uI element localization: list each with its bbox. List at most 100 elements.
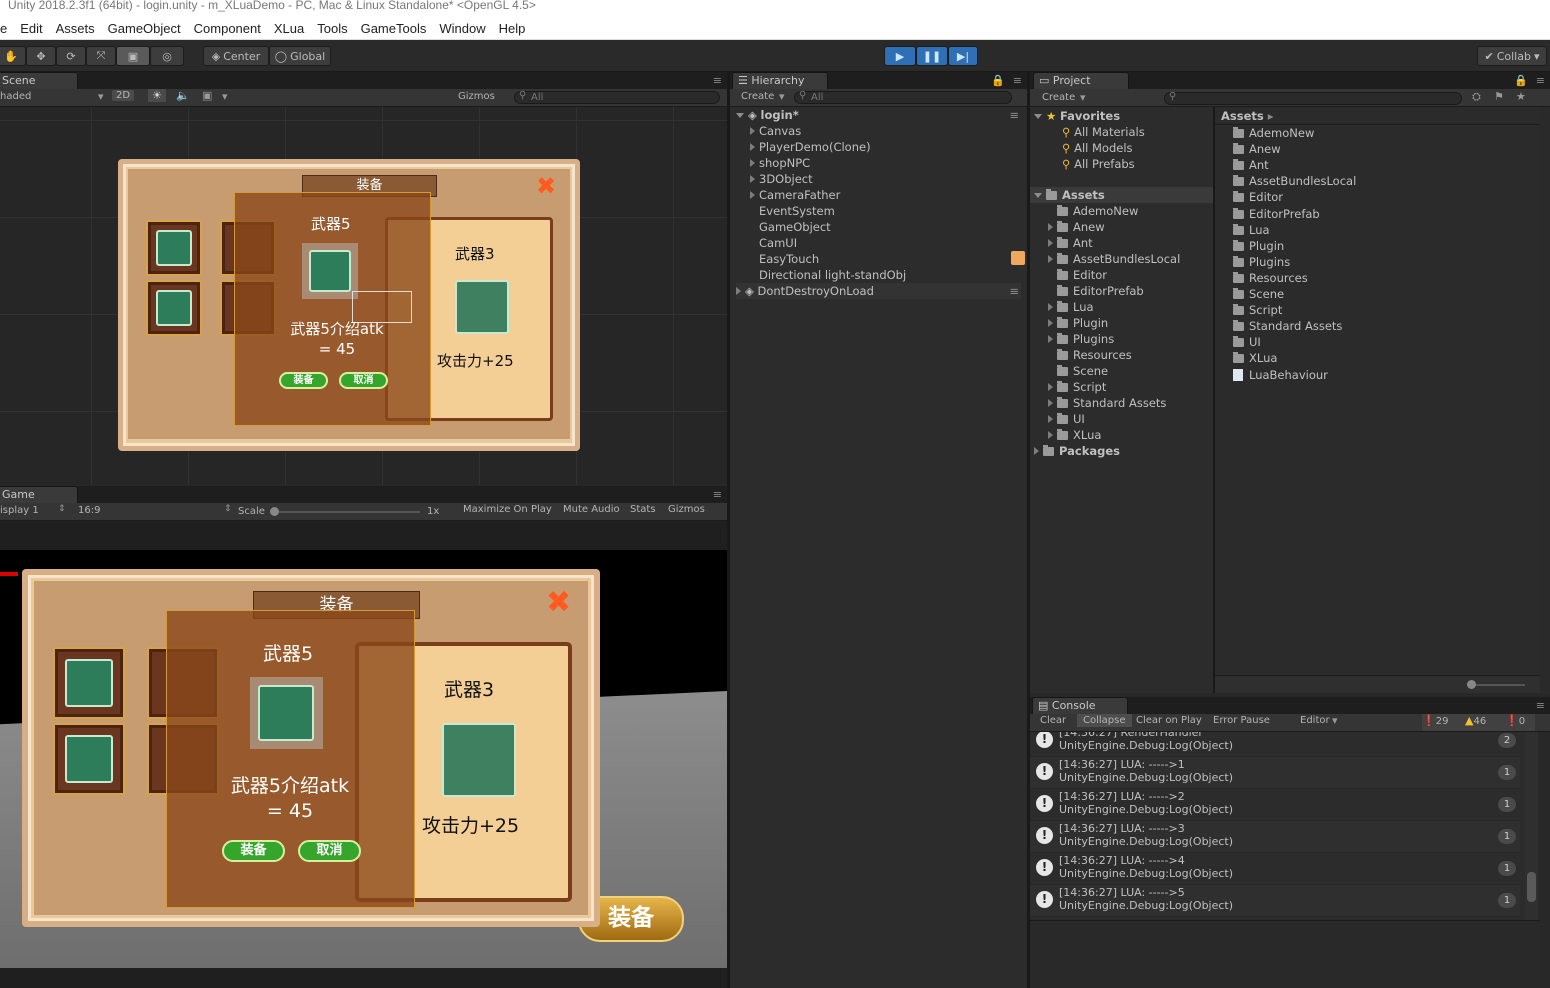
stats-toggle[interactable]: Stats xyxy=(630,504,656,515)
effects-icon[interactable]: ▣ xyxy=(202,89,212,102)
tab-hierarchy[interactable]: ☰ Hierarchy xyxy=(732,72,828,89)
hierarchy-dontdestroy-row[interactable]: ◈ DontDestroyOnLoad ≡ xyxy=(736,283,1021,299)
game-cancel-button[interactable]: 取消 xyxy=(298,840,361,862)
fav-item[interactable]: ⚲ All Prefabs xyxy=(1062,156,1135,172)
console-error-filter[interactable]: ❗0 xyxy=(1505,714,1535,731)
project-breadcrumb[interactable]: Assets ▸ xyxy=(1221,108,1274,124)
hierarchy-item[interactable]: shopNPC xyxy=(750,155,810,171)
project-file-item[interactable]: Plugin xyxy=(1233,238,1284,254)
scale-slider-handle[interactable] xyxy=(270,507,279,516)
move-tool-button[interactable]: ✥ xyxy=(26,46,56,66)
console-warning-filter[interactable]: ▲46 xyxy=(1465,714,1505,731)
rect-tool-button[interactable]: ▣ xyxy=(116,46,150,66)
hierarchy-item[interactable]: Canvas xyxy=(750,123,801,139)
play-button[interactable]: ▶ xyxy=(884,46,916,66)
project-file-item[interactable]: Anew xyxy=(1233,141,1281,157)
project-file-item[interactable]: Lua xyxy=(1233,222,1270,238)
transform-tool-button[interactable]: ◎ xyxy=(150,46,184,66)
project-file-item[interactable]: AdemoNew xyxy=(1233,125,1314,141)
panel-menu-icon[interactable]: ≡ xyxy=(1536,74,1545,87)
console-clear-on-play-toggle[interactable]: Clear on Play xyxy=(1136,715,1202,726)
hierarchy-item[interactable]: PlayerDemo(Clone) xyxy=(750,139,871,155)
hierarchy-item[interactable]: EasyTouch xyxy=(750,251,819,267)
filter-type-icon[interactable]: ⛭ xyxy=(1472,90,1481,104)
icon-size-slider[interactable] xyxy=(1467,680,1525,689)
project-tree-item[interactable]: Resources xyxy=(1048,347,1132,363)
project-file-item[interactable]: UI xyxy=(1233,334,1261,350)
scene-cancel-button[interactable]: 取消 xyxy=(339,372,388,389)
shading-mode-dropdown[interactable]: haded xyxy=(0,91,31,102)
project-file-item[interactable]: LuaBehaviour xyxy=(1233,367,1328,383)
scale-tool-button[interactable]: ⤧ xyxy=(86,46,116,66)
project-file-item[interactable]: Plugins xyxy=(1233,254,1290,270)
audio-icon[interactable]: 🔈 xyxy=(176,89,190,102)
menu-file[interactable]: e xyxy=(0,21,7,36)
project-search-input[interactable]: ⚲ xyxy=(1164,91,1462,105)
project-file-item[interactable]: Standard Assets xyxy=(1233,318,1342,334)
project-scrollbar[interactable] xyxy=(1540,107,1550,693)
label-icon[interactable]: ⚑ xyxy=(1494,90,1504,103)
project-file-item[interactable]: Scene xyxy=(1233,286,1284,302)
packages-row[interactable]: Packages xyxy=(1034,443,1120,459)
close-icon[interactable]: ✖ xyxy=(536,174,562,199)
gizmos-dropdown[interactable]: Gizmos xyxy=(458,91,495,102)
panel-menu-icon[interactable]: ≡ xyxy=(1536,699,1545,712)
project-tree-item[interactable]: Lua xyxy=(1048,299,1094,315)
menu-help[interactable]: Help xyxy=(499,21,526,36)
menu-tools[interactable]: Tools xyxy=(317,21,347,36)
tab-scene[interactable]: Scene xyxy=(0,72,78,89)
fav-item[interactable]: ⚲ All Materials xyxy=(1062,124,1145,140)
project-tree-item[interactable]: Plugins xyxy=(1048,331,1114,347)
menu-xlua[interactable]: XLua xyxy=(274,21,304,36)
menu-edit[interactable]: Edit xyxy=(20,21,42,36)
menu-assets[interactable]: Assets xyxy=(56,21,95,36)
project-tree-item[interactable]: Standard Assets xyxy=(1048,395,1166,411)
hierarchy-item[interactable]: CameraFather xyxy=(750,187,840,203)
console-log-entry[interactable]: ! [14:36:27] LUA: ----->2 UnityEngine.Debu… xyxy=(1030,789,1520,821)
console-log-entry[interactable]: ! [14:36:27] LUA: ----->3 UnityEngine.Debu… xyxy=(1030,821,1520,853)
console-clear-button[interactable]: Clear xyxy=(1040,715,1066,726)
favorites-row[interactable]: ★ Favorites xyxy=(1034,108,1120,124)
project-tree-item[interactable]: AdemoNew xyxy=(1048,203,1138,219)
console-scrollbar[interactable] xyxy=(1525,732,1538,920)
assets-root-row[interactable]: Assets xyxy=(1030,187,1213,203)
menu-component[interactable]: Component xyxy=(194,21,261,36)
lock-icon[interactable]: 🔒 xyxy=(1514,74,1528,87)
project-tree-item[interactable]: Plugin xyxy=(1048,315,1108,331)
project-tree-item[interactable]: Anew xyxy=(1048,219,1105,235)
hierarchy-item[interactable]: Directional light-standObj xyxy=(750,267,906,283)
project-file-item[interactable]: Resources xyxy=(1233,270,1308,286)
icon-size-slider-handle[interactable] xyxy=(1467,680,1476,689)
tab-console[interactable]: ▤ Console xyxy=(1032,697,1128,714)
game-viewport[interactable]: 装备 装备 ✖ 武器3 攻击力+25 武器5 武器5介绍atk = 45 装备 … xyxy=(0,521,727,988)
project-tree-item[interactable]: Ant xyxy=(1048,235,1093,251)
aspect-dropdown[interactable]: 16:9 xyxy=(78,505,100,516)
console-log-filter[interactable]: ❗29 xyxy=(1422,714,1465,731)
pivot-global-button[interactable]: ◯ Global xyxy=(269,46,331,66)
console-log-entry[interactable]: ! [14:36:27] LUA: ----->5 UnityEngine.Debu… xyxy=(1030,885,1520,917)
project-tree-item[interactable]: XLua xyxy=(1048,427,1101,443)
console-collapse-toggle[interactable]: Collapse xyxy=(1077,714,1132,727)
project-tree-item[interactable]: Scene xyxy=(1048,363,1108,379)
console-log-entry[interactable]: ! [14:36:27] RenderHandler UnityEngine.Deb… xyxy=(1030,732,1520,757)
console-log-entry[interactable]: ! [14:36:27] LUA: ----->4 UnityEngine.Debu… xyxy=(1030,853,1520,885)
pause-button[interactable]: ❚❚ xyxy=(916,46,948,66)
close-icon[interactable]: ✖ xyxy=(546,588,580,620)
project-file-item[interactable]: Script xyxy=(1233,302,1282,318)
tab-project[interactable]: ▭ Project xyxy=(1033,72,1129,89)
project-file-item[interactable]: Editor xyxy=(1233,189,1283,205)
display-dropdown[interactable]: isplay 1 xyxy=(0,505,39,516)
lock-icon[interactable]: 🔒 xyxy=(991,74,1005,87)
2d-toggle[interactable]: 2D xyxy=(112,90,135,101)
hierarchy-search-input[interactable]: ⚲ All xyxy=(794,90,1012,104)
step-button[interactable]: ▶| xyxy=(948,46,978,66)
pivot-center-button[interactable]: ◈ Center xyxy=(203,46,269,66)
maximize-on-play-toggle[interactable]: Maximize On Play xyxy=(463,504,552,515)
panel-menu-icon[interactable]: ≡ xyxy=(713,488,722,501)
collab-button[interactable]: ✔ Collab ▾ xyxy=(1477,46,1547,66)
project-file-item[interactable]: Ant xyxy=(1233,157,1269,173)
menu-gametools[interactable]: GameTools xyxy=(361,21,427,36)
hand-tool-button[interactable]: ✋ xyxy=(0,46,26,66)
rotate-tool-button[interactable]: ⟳ xyxy=(56,46,86,66)
console-error-pause-toggle[interactable]: Error Pause xyxy=(1213,715,1270,726)
